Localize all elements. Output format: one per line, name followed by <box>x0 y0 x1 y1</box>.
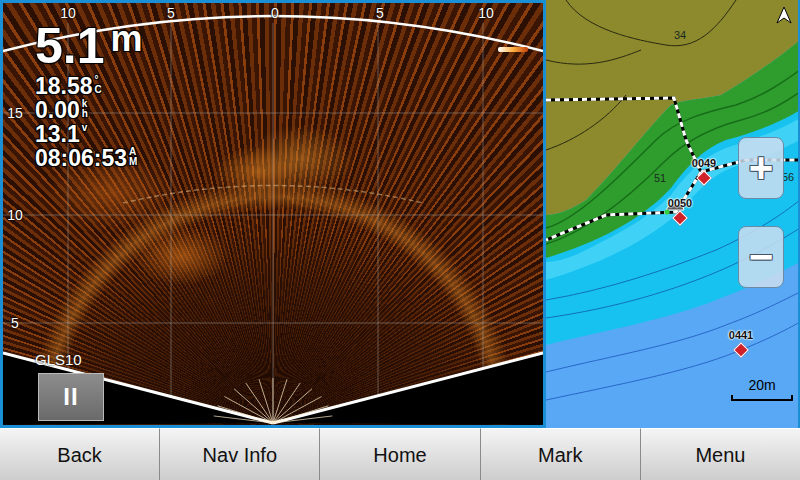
waypoint-label[interactable]: 0049 <box>692 158 716 169</box>
color-scale-icon <box>498 47 528 52</box>
readout: 18.58°C <box>35 75 143 99</box>
unit-part: v <box>82 123 88 133</box>
readout-unit: v <box>82 123 88 133</box>
readout-value: 08:06:53 <box>35 147 127 170</box>
zoom-in-button[interactable]: + <box>738 137 784 199</box>
scale-label: 20m <box>731 378 793 392</box>
readout-unit: AM <box>129 147 137 167</box>
toolbar-button[interactable]: Home <box>320 428 480 480</box>
readout-value: 0.00 <box>35 99 80 122</box>
unit-part: ° <box>95 75 102 85</box>
unit-part: k <box>82 99 88 109</box>
depth-sounding: 51 <box>654 173 666 184</box>
readout-value: 13.1 <box>35 123 80 146</box>
plotter-screen: 1050510151055.1m18.58°C0.00kh13.1v08:06:… <box>0 0 800 480</box>
depth-sounding: 34 <box>674 30 686 41</box>
unit-part: M <box>129 157 137 167</box>
range-tick: 5 <box>167 6 175 20</box>
readout: 5.1m <box>35 21 143 71</box>
scale-bar: 20m <box>731 378 793 401</box>
zoom-out-button[interactable]: − <box>738 226 784 288</box>
depth-tick: 5 <box>11 316 19 330</box>
main-area: 1050510151055.1m18.58°C0.00kh13.1v08:06:… <box>0 0 800 428</box>
range-tick: 10 <box>60 6 76 20</box>
range-tick: 0 <box>271 6 279 20</box>
unit-part: C <box>95 85 102 95</box>
waypoint-label[interactable]: 0050 <box>668 198 692 209</box>
toolbar-button[interactable]: Nav Info <box>160 428 320 480</box>
chart-shapes <box>546 0 800 428</box>
range-tick: 5 <box>376 6 384 20</box>
toolbar-button[interactable]: Back <box>0 428 160 480</box>
transducer-label: GLS10 <box>35 349 82 372</box>
depth-tick: 10 <box>7 208 23 222</box>
readout: 13.1v <box>35 123 143 147</box>
readout-value: 5.1 <box>35 21 105 71</box>
readout-unit: kh <box>82 99 88 119</box>
unit-part: m <box>111 21 143 57</box>
north-arrow-icon <box>776 6 792 24</box>
pause-button[interactable]: II <box>38 373 104 421</box>
readout-unit: m <box>111 21 143 57</box>
unit-part: A <box>129 147 137 157</box>
toolbar: BackNav InfoHomeMarkMenu <box>0 428 800 480</box>
unit-part: h <box>82 109 88 119</box>
chart-view[interactable]: 345156004900500441+−20m <box>546 0 800 428</box>
readouts: 5.1m18.58°C0.00kh13.1v08:06:53AM <box>35 21 143 171</box>
sonar-view[interactable]: 1050510151055.1m18.58°C0.00kh13.1v08:06:… <box>0 0 546 428</box>
readout: 0.00kh <box>35 99 143 123</box>
depth-tick: 15 <box>7 106 23 120</box>
readout-value: 18.58 <box>35 75 93 98</box>
waypoint-label[interactable]: 0441 <box>729 330 753 341</box>
toolbar-button[interactable]: Menu <box>641 428 800 480</box>
scale-line <box>731 395 793 401</box>
toolbar-button[interactable]: Mark <box>481 428 641 480</box>
readout: 08:06:53AM <box>35 147 143 171</box>
readout-unit: °C <box>95 75 102 95</box>
range-tick: 10 <box>478 6 494 20</box>
